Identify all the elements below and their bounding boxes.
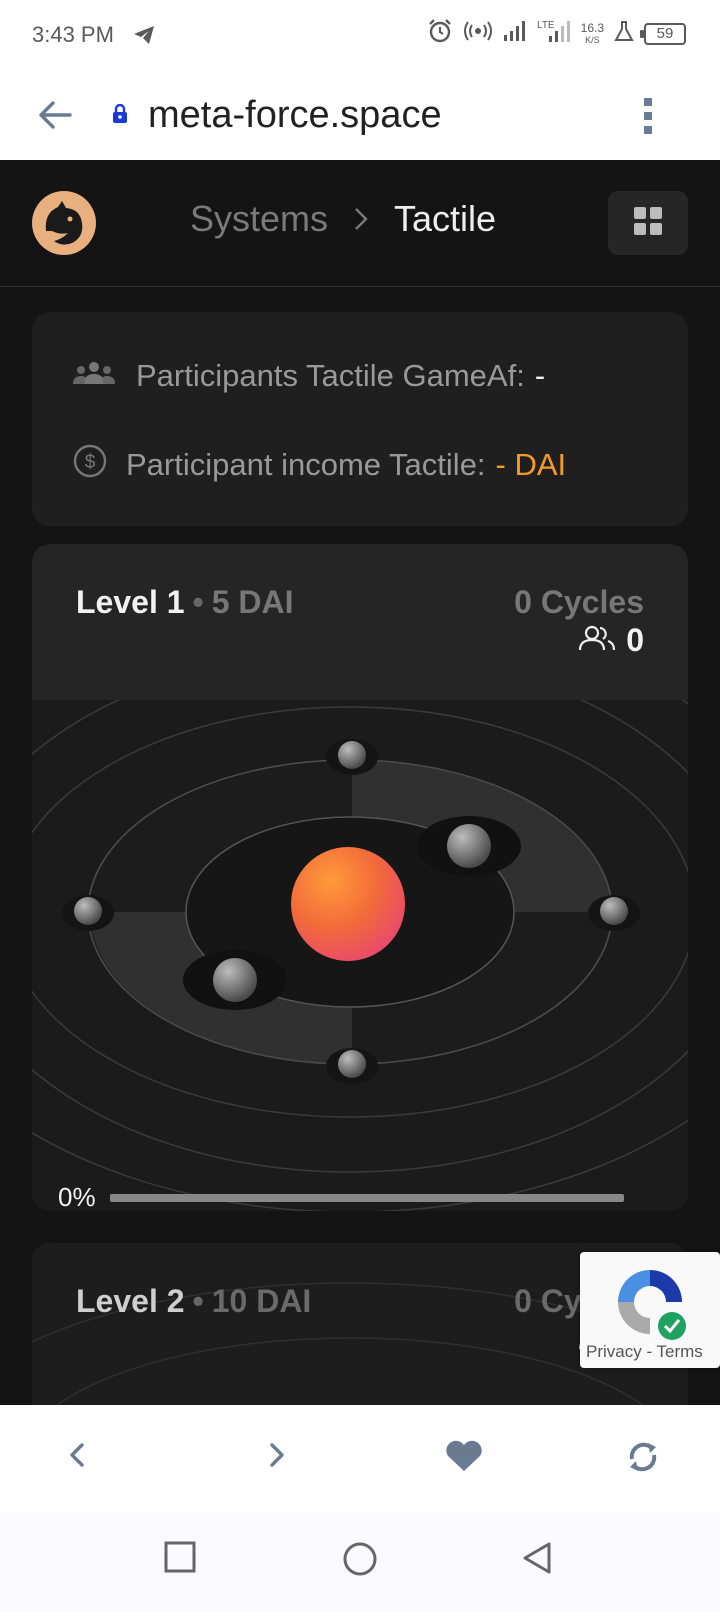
- battery-icon: 59: [640, 22, 686, 45]
- breadcrumb-systems[interactable]: Systems: [190, 198, 328, 240]
- level-title: Level 1 • 5 DAI: [76, 584, 294, 621]
- participants-label: Participants Tactile GameAf:: [136, 358, 525, 393]
- forward-icon[interactable]: [268, 1439, 288, 1476]
- stats-panel: Participants Tactile GameAf: - $ Partici…: [32, 312, 688, 526]
- separator-dot: •: [192, 584, 204, 620]
- level-name: Level 1: [76, 584, 185, 620]
- level-partners: 0: [578, 622, 644, 659]
- grid-icon: [633, 206, 663, 241]
- progress-label: 0%: [58, 1182, 96, 1211]
- level-name: Level 2: [76, 1283, 185, 1319]
- level-title: Level 2 • 10 DAI: [76, 1283, 311, 1320]
- browser-url-bar: meta-force.space: [0, 72, 720, 160]
- browser-nav-bar: [0, 1405, 720, 1513]
- dollar-icon: $: [72, 443, 108, 487]
- level-card-header: Level 1 • 5 DAI 0 Cycles 0: [32, 544, 688, 700]
- lock-icon: [112, 103, 128, 129]
- url-text[interactable]: meta-force.space: [148, 94, 442, 137]
- telegram-icon: [132, 24, 156, 51]
- flask-icon: [614, 20, 634, 47]
- participants-row: Participants Tactile GameAf: -: [72, 358, 545, 394]
- chevron-right-icon: [354, 198, 368, 240]
- home-icon[interactable]: [342, 1541, 378, 1582]
- separator-dot: •: [192, 1283, 204, 1319]
- recents-icon[interactable]: [164, 1541, 196, 1578]
- grid-menu-button[interactable]: [608, 191, 688, 255]
- signal-icon: [503, 20, 527, 47]
- breadcrumb: Systems Tactile: [190, 198, 496, 240]
- lte-signal-icon: LTE: [537, 18, 571, 49]
- system-nav-bar: [0, 1513, 720, 1612]
- alarm-icon: [427, 18, 453, 49]
- back-arrow-icon[interactable]: [36, 96, 74, 139]
- income-value: - DAI: [495, 447, 567, 482]
- people-icon: [72, 358, 116, 394]
- level-card[interactable]: Level 1 • 5 DAI 0 Cycles 0 0%: [32, 544, 688, 1211]
- partners-count: 0: [626, 622, 644, 658]
- refresh-icon[interactable]: [626, 1439, 660, 1480]
- svg-text:LTE: LTE: [537, 20, 555, 31]
- recaptcha-badge[interactable]: Privacy - Terms: [580, 1252, 720, 1368]
- partners-icon: [578, 622, 616, 659]
- heart-icon[interactable]: [444, 1439, 484, 1478]
- app-header: Systems Tactile: [0, 160, 720, 287]
- overflow-menu-icon[interactable]: [642, 96, 654, 141]
- progress-bar: [110, 1194, 624, 1202]
- level-price: 5 DAI: [211, 584, 294, 620]
- level-price: 10 DAI: [211, 1283, 312, 1319]
- panther-logo[interactable]: [32, 191, 96, 255]
- back-triangle-icon[interactable]: [522, 1541, 552, 1580]
- income-row: $ Participant income Tactile: - DAI: [72, 443, 566, 487]
- status-time: 3:43 PM: [32, 22, 114, 47]
- breadcrumb-tactile: Tactile: [394, 198, 497, 239]
- net-speed: 16.3 K/S: [580, 20, 604, 45]
- svg-text:$: $: [85, 452, 96, 473]
- recaptcha-links[interactable]: Privacy - Terms: [586, 1342, 703, 1362]
- hotspot-icon: [463, 20, 493, 47]
- orbit-visual: [32, 700, 688, 1211]
- level-cycles: 0 Cycles: [514, 584, 644, 620]
- income-label: Participant income Tactile:: [126, 447, 486, 482]
- recaptcha-icon: [610, 1262, 690, 1347]
- participants-value: -: [534, 358, 546, 393]
- app-viewport: Systems Tactile Participants Tactile Gam…: [0, 160, 720, 1405]
- status-bar: 3:43 PM LTE 16.3 K/S 59: [0, 0, 720, 72]
- back-icon[interactable]: [66, 1439, 86, 1476]
